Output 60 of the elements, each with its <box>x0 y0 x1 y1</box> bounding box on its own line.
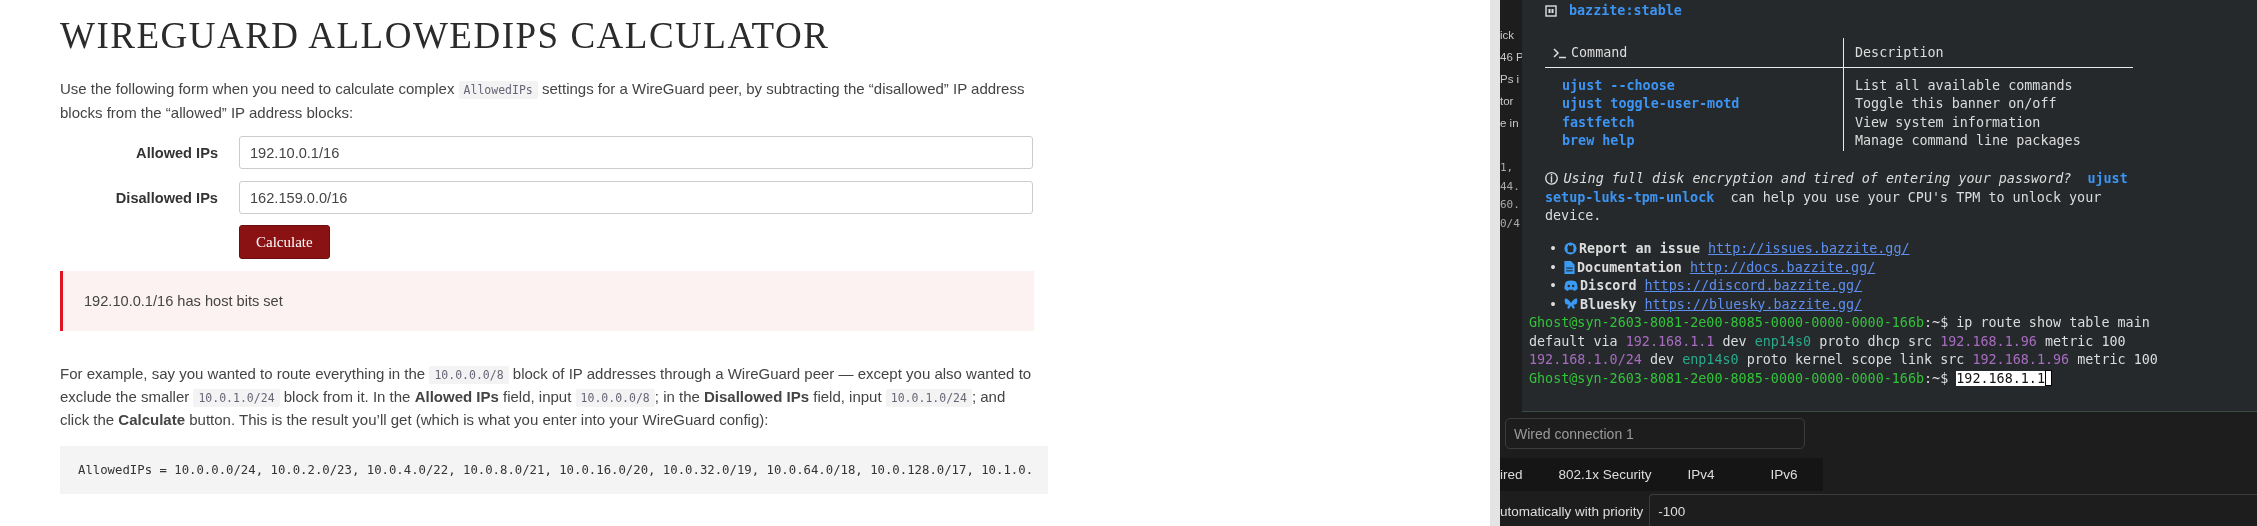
input-field[interactable]: 162.159.0.0/16 <box>239 181 1033 214</box>
shell-line: 192.168.1.0/24 dev enp14s0 proto kernel scope link src 192.168.1.96 metric 100 <box>1529 351 2159 369</box>
image-tag: bazzite:stable <box>1569 3 1682 18</box>
note-text: ⓘ Using full disk encryption and tired of entering your password? ujust setup-luks-tpm-unlock can help you use your CPU's TPM to unlock your device. <box>1545 170 2129 225</box>
link-label: Discord <box>1580 278 1637 294</box>
message-text: e in <box>1500 116 1520 130</box>
bullet-mark: • <box>1549 296 1558 312</box>
priority-label: utomatically with priority <box>1500 503 1644 519</box>
code-text: 1, <box>1500 160 1515 176</box>
butterfly-icon <box>1564 298 1579 311</box>
command-text: brew help <box>1562 133 1635 149</box>
link[interactable]: http://issues.bazzite.gg/ <box>1708 241 1910 257</box>
link[interactable]: https://discord.bazzite.gg/ <box>1644 278 1863 294</box>
code-text: 44. <box>1500 178 1520 195</box>
message-text: tor <box>1500 94 1515 108</box>
cat-icon <box>1564 242 1578 256</box>
link[interactable]: https://bluesky.bazzite.gg/ <box>1644 296 1863 312</box>
command-text: ujust --choose <box>1562 77 1675 93</box>
calculate-button[interactable]: Calculate <box>239 225 330 259</box>
link-label: Bluesky <box>1580 296 1637 312</box>
page-title: WIREGUARD ALLOWEDIPS CALCULATOR <box>60 14 831 58</box>
container-icon <box>1545 4 1557 17</box>
intro-paragraph: Use the following form when you need to calculate complex AllowedIPs settings for a WireGuard peer, by subtracting the “disallowed” IP address blocks from the “allowed” IP address blocks: <box>60 79 1026 123</box>
link[interactable]: http://docs.bazzite.gg/ <box>1689 259 1876 275</box>
link-label: Report an issue <box>1579 241 1700 257</box>
connection-name-field[interactable]: Wired connection 1 <box>1505 418 1805 449</box>
field-label: Disallowed IPs <box>114 189 218 206</box>
column-header: Description <box>1855 45 1944 60</box>
document-icon <box>1564 260 1576 274</box>
message-text: Ps i <box>1500 72 1521 86</box>
settings-tab[interactable]: IPv6 <box>1770 467 1798 482</box>
description-text: Toggle this banner on/off <box>1855 96 2057 112</box>
bullet-mark: • <box>1549 259 1558 275</box>
description-text: View system information <box>1855 114 2041 130</box>
priority-field[interactable]: -100 <box>1649 494 2257 526</box>
column-header: Command <box>1571 45 1628 60</box>
bullet-mark: • <box>1549 241 1558 257</box>
example-paragraph: For example, say you wanted to route everything in the 10.0.0.0/8 block of IP addresses through a WireGuard peer — except you also wanted to exclude the smaller 10.0.1.0/24 block from it. In the Allowed IPs field, input 10.0.0.0/8 ; in the Disallowed IPs field, input 10.0.1.0/24 ; and click the Calculate button. This is the result you’ll get (which is what you enter into your WireGuard config): <box>60 364 1033 430</box>
field-label: Allowed IPs <box>135 144 218 161</box>
controller-icon <box>1564 280 1579 292</box>
message-text: ick <box>1500 28 1516 42</box>
settings-tab[interactable]: ired <box>1500 467 1523 482</box>
scrollbar[interactable] <box>1490 0 1500 526</box>
error-message: 192.10.0.1/16 has host bits set <box>84 293 283 309</box>
shell-line: Ghost@syn-2603-8081-2e00-8085-0000-0000-0000-166b:~$ ip route show table main <box>1529 314 2151 332</box>
code-text: 0/4 <box>1500 215 1520 232</box>
description-text: List all available commands <box>1855 77 2073 93</box>
description-text: Manage command line packages <box>1855 133 2081 149</box>
code-text: 60. <box>1500 197 1520 213</box>
settings-tab[interactable]: 802.1x Security <box>1558 467 1652 482</box>
bullet-mark: • <box>1549 278 1558 294</box>
settings-tab[interactable]: IPv4 <box>1687 467 1715 482</box>
command-text: fastfetch <box>1562 114 1635 130</box>
result-code: AllowedIPs = 10.0.0.0/24, 10.0.2.0/23, 10.0.4.0/22, 10.0.8.0/21, 10.0.16.0/20, 10.0.32.0/19, 10.0.64.0/18, 10.0.128.0/17, 10.1.0. <box>78 463 1034 477</box>
shell-line: default via 192.168.1.1 dev enp14s0 proto dhcp src 192.168.1.96 metric 100 <box>1529 332 2127 351</box>
input-field[interactable]: 192.10.0.1/16 <box>239 136 1033 169</box>
link-label: Documentation <box>1577 259 1682 275</box>
shell-line: Ghost@syn-2603-8081-2e00-8085-0000-0000-0000-166b:~$ 192.168.1.1 <box>1529 369 2257 388</box>
command-text: ujust toggle-user-motd <box>1562 96 1740 112</box>
terminal-icon <box>1553 46 1567 59</box>
